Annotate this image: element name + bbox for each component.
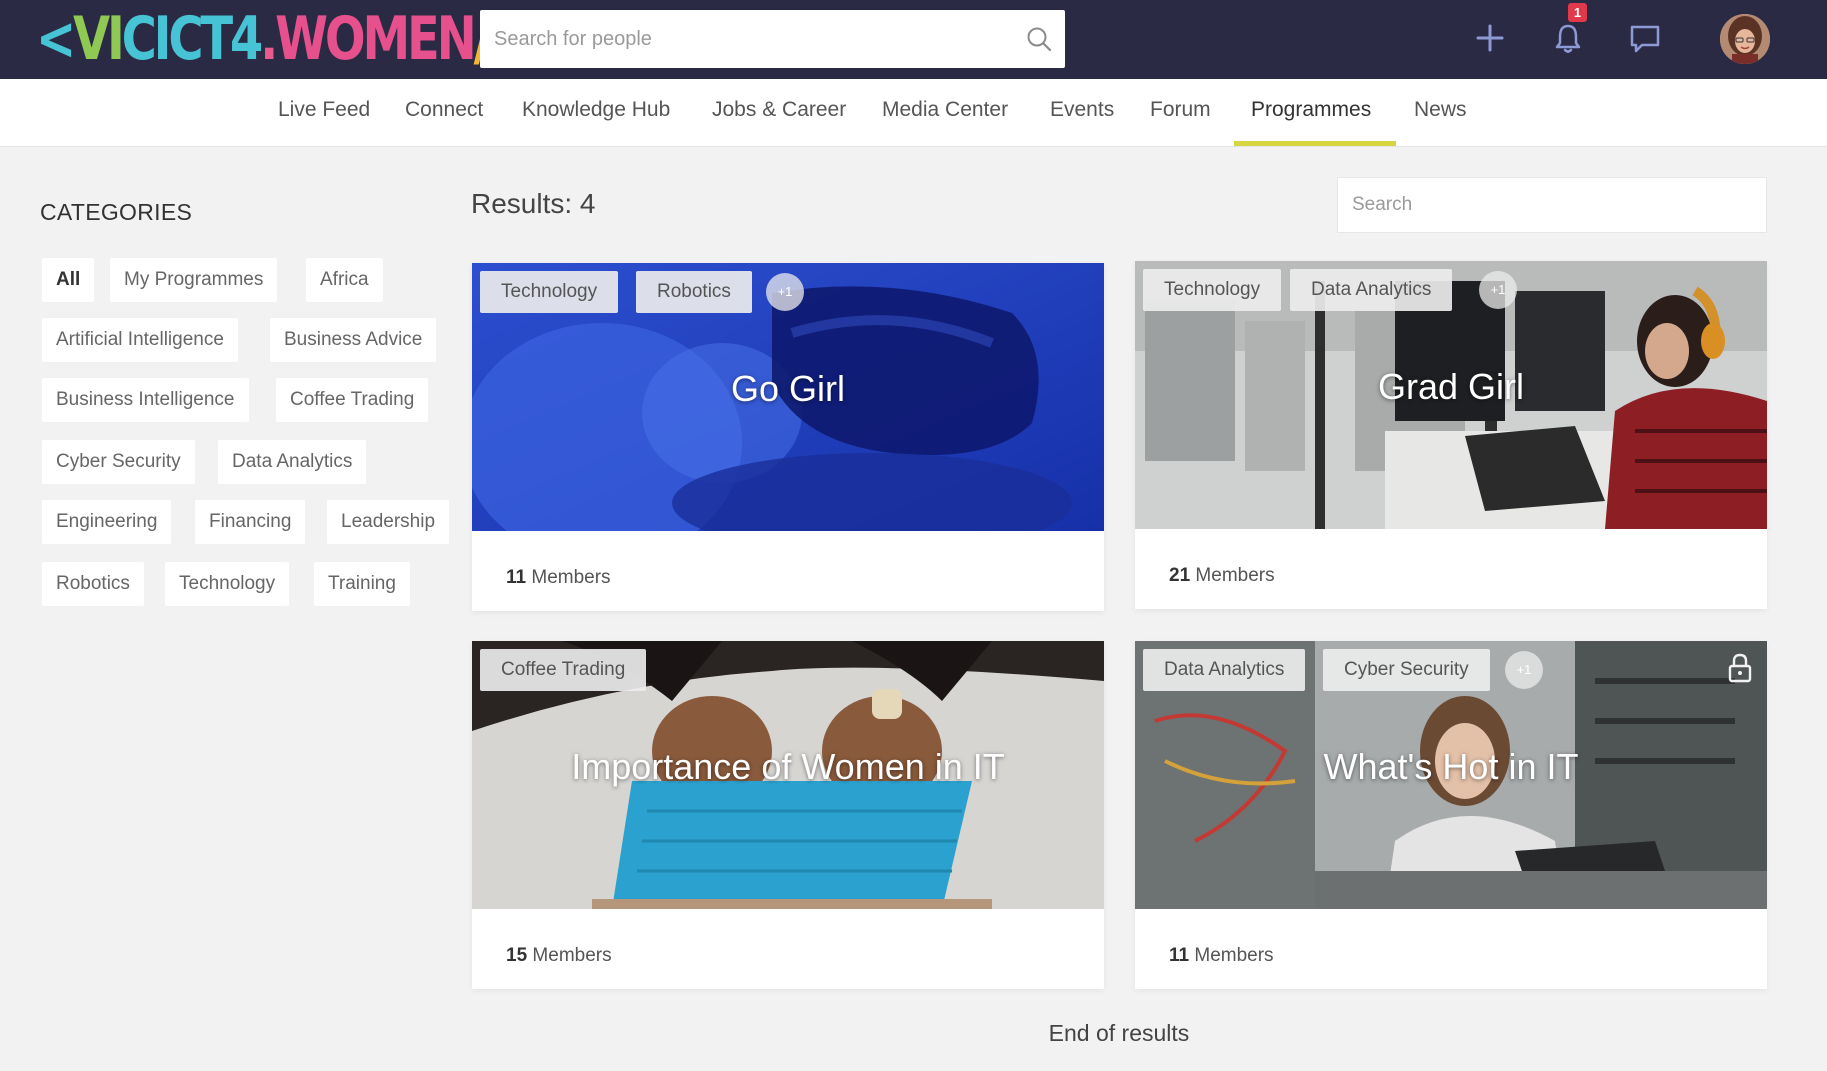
category-chip[interactable]: Coffee Trading [276,378,429,422]
nav-connect[interactable]: Connect [405,79,483,147]
members-count: 15 Members [506,945,612,967]
programme-tag: Data Analytics [1290,269,1453,311]
category-chip[interactable]: Business Advice [270,318,437,362]
members-label: Members [1194,945,1274,966]
notification-badge: 1 [1568,3,1587,22]
programme-tag: Robotics [636,271,752,313]
more-tags-badge[interactable]: +1 [1479,271,1517,309]
members-number: 21 [1169,565,1191,586]
programme-tag: Technology [1143,269,1282,311]
avatar-image [1720,14,1770,64]
categories-title: CATEGORIES [40,199,193,225]
results-search-box [1337,177,1767,233]
user-avatar[interactable] [1720,14,1770,64]
programme-tag: Data Analytics [1143,649,1306,691]
category-chip[interactable]: Financing [195,500,306,544]
members-number: 15 [506,945,528,966]
search-icon[interactable] [1025,25,1053,53]
programme-card[interactable]: Technology Data Analytics +1 Grad Girl 2… [1135,261,1767,609]
members-number: 11 [506,567,527,588]
logo-part: CI [121,4,172,74]
chat-icon[interactable] [1625,18,1665,58]
category-chip[interactable]: Africa [306,258,383,302]
category-chip[interactable]: My Programmes [110,258,278,302]
logo-part: CT4 [168,4,263,74]
main-nav: Live Feed Connect Knowledge Hub Jobs & C… [0,79,1827,147]
bell-icon[interactable] [1548,18,1588,58]
people-search-input[interactable] [480,10,1065,68]
programme-tag: Technology [480,271,619,313]
programme-title: Go Girl [730,368,845,409]
members-count: 11 Members [1169,945,1274,967]
members-label: Members [1195,565,1275,586]
programme-image: Data Analytics Cyber Security +1 What's … [1135,641,1767,909]
programme-card[interactable]: Technology Robotics +1 Go Girl 11 Member… [472,263,1104,611]
programme-title: Grad Girl [1377,366,1525,407]
results-search-input[interactable] [1338,178,1766,232]
category-chip[interactable]: Robotics [42,562,144,606]
results-count: Results: 4 [471,188,596,219]
logo-part: WOMEN [275,4,477,74]
programme-tag: Cyber Security [1323,649,1490,691]
nav-programmes[interactable]: Programmes [1251,79,1371,147]
nav-forum[interactable]: Forum [1150,79,1211,147]
more-tags-badge[interactable]: +1 [1505,651,1543,689]
members-label: Members [531,567,611,588]
plus-icon[interactable] [1470,18,1510,58]
logo-part: . [260,4,278,74]
active-tab-indicator [1234,141,1396,146]
category-chip[interactable]: Cyber Security [42,440,195,484]
top-bar: <VICICT4.WOMEN/> 1 [0,0,1827,79]
nav-events[interactable]: Events [1050,79,1114,147]
nav-live-feed[interactable]: Live Feed [278,79,370,147]
programme-image: Coffee Trading Importance of Women in IT [472,641,1104,909]
members-number: 11 [1169,945,1190,966]
more-tags-badge[interactable]: +1 [766,273,804,311]
programme-image: Technology Robotics +1 Go Girl [472,263,1104,531]
category-chip[interactable]: Leadership [327,500,450,544]
members-count: 21 Members [1169,565,1275,587]
end-of-results: End of results [1048,1020,1190,1046]
programme-title: What's Hot in IT [1323,746,1579,787]
category-chip[interactable]: Training [314,562,410,606]
category-chip[interactable]: Technology [165,562,290,606]
logo-part: < [36,4,76,74]
members-label: Members [532,945,612,966]
programme-card[interactable]: Data Analytics Cyber Security +1 What's … [1135,641,1767,989]
nav-knowledge-hub[interactable]: Knowledge Hub [522,79,670,147]
category-chip[interactable]: Business Intelligence [42,378,249,422]
category-chip[interactable]: Engineering [42,500,172,544]
site-logo[interactable]: <VICICT4.WOMEN/> [36,4,528,74]
category-chip[interactable]: Artificial Intelligence [42,318,238,362]
members-count: 11 Members [506,567,611,589]
category-chip[interactable]: Data Analytics [218,440,367,484]
programme-title: Importance of Women in IT [571,746,1005,787]
lock-icon [1728,653,1752,683]
programme-tag: Coffee Trading [480,649,647,691]
nav-jobs-career[interactable]: Jobs & Career [712,79,846,147]
category-chip-all[interactable]: All [42,258,95,302]
people-search-box [480,10,1065,68]
nav-news[interactable]: News [1414,79,1467,147]
nav-media-center[interactable]: Media Center [882,79,1008,147]
logo-part: VI [73,4,125,74]
programme-card[interactable]: Coffee Trading Importance of Women in IT… [472,641,1104,989]
programme-image: Technology Data Analytics +1 Grad Girl [1135,261,1767,529]
